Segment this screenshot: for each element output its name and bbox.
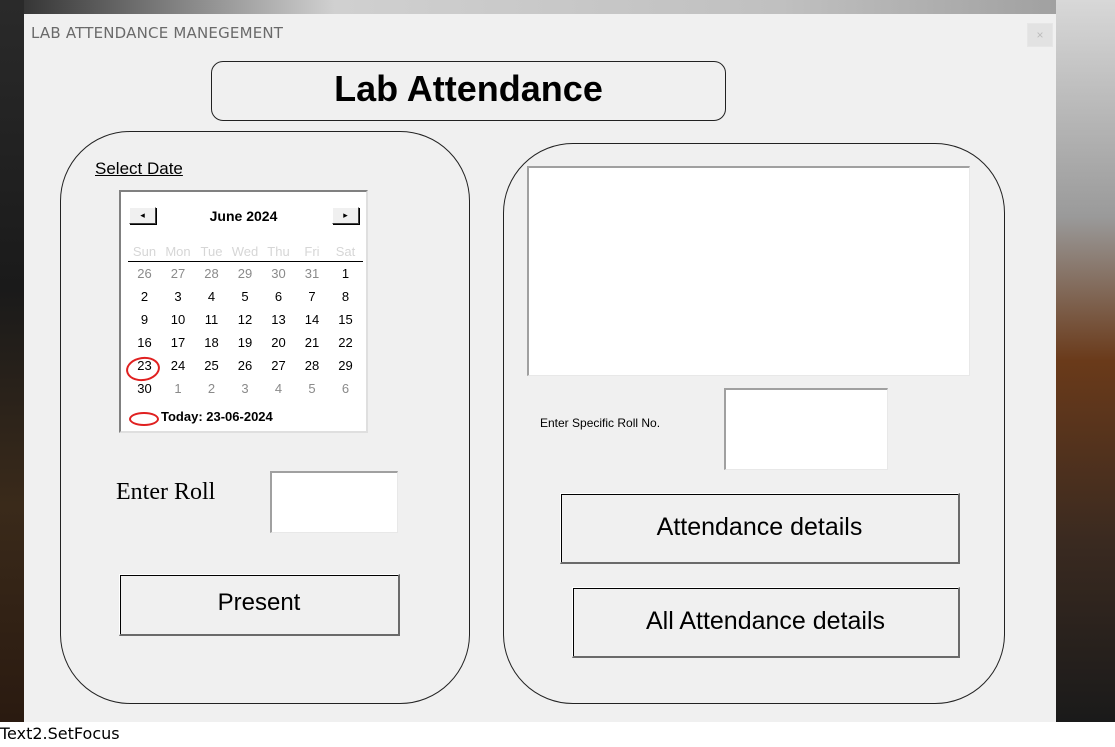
calendar-day[interactable]: 4	[262, 381, 295, 403]
all-attendance-details-button[interactable]: All Attendance details	[572, 587, 960, 658]
calendar-day[interactable]: 11	[195, 312, 228, 334]
weekday-label: Mon	[165, 244, 191, 259]
calendar-day[interactable]: 27	[262, 358, 295, 380]
chevron-right-icon: ▸	[343, 210, 348, 220]
calendar-day[interactable]: 28	[195, 266, 228, 288]
desktop-background-top	[0, 0, 1115, 14]
calendar-day[interactable]: 30	[262, 266, 295, 288]
calendar-day[interactable]: 10	[162, 312, 195, 334]
present-button[interactable]: Present	[119, 574, 400, 636]
month-calendar[interactable]: ◂ June 2024 ▸ Sun Mon Tue Wed Thu Fri Sat 26 27…	[119, 190, 368, 433]
calendar-day[interactable]: 12	[229, 312, 262, 334]
calendar-day[interactable]: 7	[296, 289, 329, 311]
select-date-label: Select Date	[95, 159, 183, 178]
calendar-day[interactable]: 18	[195, 335, 228, 357]
weekday-label: Sat	[335, 244, 356, 259]
calendar-day[interactable]: 3	[229, 381, 262, 403]
calendar-day[interactable]: 31	[296, 266, 329, 288]
weekday-label: Wed	[231, 244, 259, 259]
all-attendance-details-button-label: All Attendance details	[645, 607, 886, 635]
calendar-day[interactable]: 5	[296, 381, 329, 403]
heading-frame: Lab Attendance	[211, 61, 726, 121]
desktop-background-left	[0, 0, 24, 722]
calendar-day[interactable]: 1	[162, 381, 195, 403]
calendar-day[interactable]: 29	[329, 358, 362, 380]
calendar-day[interactable]: 5	[229, 289, 262, 311]
calendar-day[interactable]: 8	[329, 289, 362, 311]
calendar-day[interactable]: 2	[128, 289, 161, 311]
today-label[interactable]: Today: 23-06-2024	[161, 409, 273, 424]
weekday-header-row: Sun Mon Tue Wed Thu Fri Sat	[128, 244, 363, 260]
close-button[interactable]: ×	[1027, 23, 1053, 47]
weekday-label: Sun	[132, 244, 157, 259]
calendar-day[interactable]: 26	[128, 266, 161, 288]
calendar-day[interactable]: 4	[195, 289, 228, 311]
calendar-day[interactable]: 16	[128, 335, 161, 357]
weekday-label: Fri	[304, 244, 320, 259]
present-button-label: Present	[217, 589, 301, 616]
calendar-day[interactable]: 27	[162, 266, 195, 288]
attendance-details-button[interactable]: Attendance details	[560, 493, 960, 564]
weekday-label: Thu	[267, 244, 290, 259]
calendar-day[interactable]: 6	[329, 381, 362, 403]
calendar-day[interactable]: 3	[162, 289, 195, 311]
calendar-day[interactable]: 24	[162, 358, 195, 380]
status-text: Text2.SetFocus	[0, 724, 120, 743]
calendar-day[interactable]: 25	[195, 358, 228, 380]
calendar-day[interactable]: 21	[296, 335, 329, 357]
calendar-day[interactable]: 13	[262, 312, 295, 334]
roll-input[interactable]	[270, 471, 398, 533]
calendar-divider	[128, 261, 363, 262]
close-icon: ×	[1036, 28, 1044, 42]
calendar-day[interactable]: 1	[329, 266, 362, 288]
calendar-day[interactable]: 28	[296, 358, 329, 380]
attendance-details-button-label: Attendance details	[656, 513, 863, 541]
calendar-day[interactable]: 15	[329, 312, 362, 334]
specific-roll-label: Enter Specific Roll No.	[540, 416, 661, 430]
today-indicator-icon	[129, 412, 159, 426]
next-month-button[interactable]: ▸	[332, 207, 359, 224]
calendar-day[interactable]: 29	[229, 266, 262, 288]
calendar-month-label: June 2024	[209, 208, 278, 224]
calendar-day[interactable]: 26	[229, 358, 262, 380]
title-bar: LAB ATTENDANCE MANEGEMENT ×	[24, 14, 1056, 53]
calendar-day[interactable]: 14	[296, 312, 329, 334]
enter-roll-label: Enter Roll	[116, 479, 216, 505]
calendar-day[interactable]: 30	[128, 381, 161, 403]
window-title: LAB ATTENDANCE MANEGEMENT	[31, 24, 284, 42]
attendance-listbox[interactable]	[527, 166, 970, 376]
page-title: Lab Attendance	[334, 68, 603, 109]
calendar-day[interactable]: 2	[195, 381, 228, 403]
calendar-day[interactable]: 20	[262, 335, 295, 357]
calendar-day[interactable]: 19	[229, 335, 262, 357]
weekday-label: Tue	[200, 244, 223, 259]
desktop-background-right	[1056, 0, 1115, 722]
specific-roll-input[interactable]	[724, 388, 888, 470]
calendar-day[interactable]: 22	[329, 335, 362, 357]
calendar-day[interactable]: 6	[262, 289, 295, 311]
calendar-day[interactable]: 17	[162, 335, 195, 357]
calendar-day[interactable]: 9	[128, 312, 161, 334]
